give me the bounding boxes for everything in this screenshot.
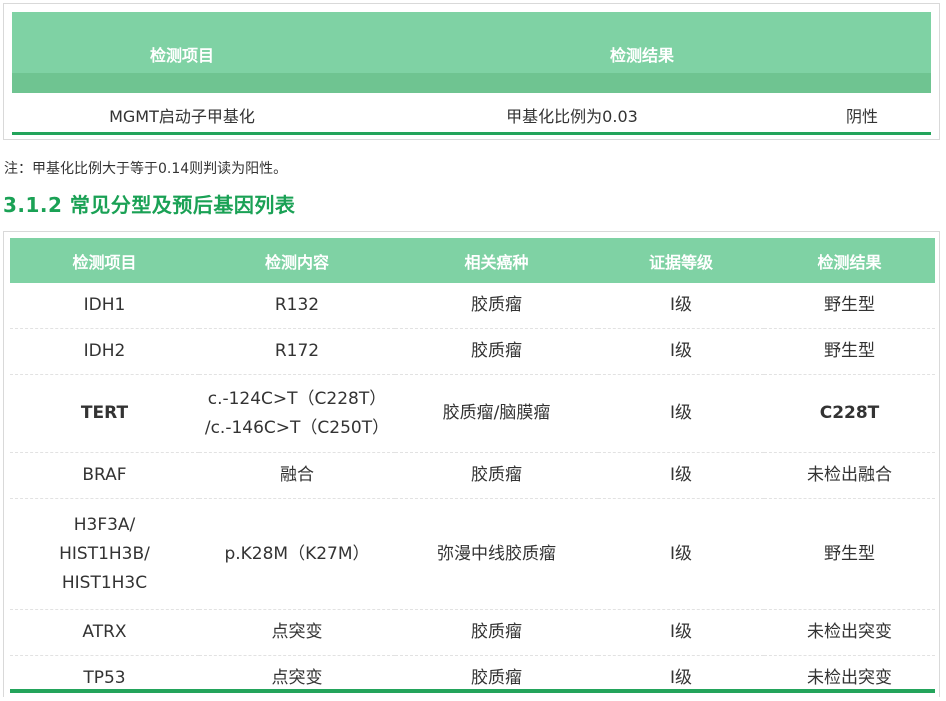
cell-item: IDH2 [10,329,199,375]
header-test-result: 检测结果 [552,42,732,66]
table-row: MGMT启动子甲基化 甲基化比例为0.03 阴性 [12,93,931,133]
content-line: /c.-146C>T（C250T） [199,414,395,443]
table-row: BRAF 融合 胶质瘤 I级 未检出融合 [10,453,935,499]
cell-result: 未检出突变 [764,610,935,656]
cell-result: 未检出融合 [764,453,935,499]
interpretation-note: 注：甲基化比例大于等于0.14则判读为阳性。 [4,158,287,178]
cell-level: I级 [598,283,764,329]
cell-item: IDH1 [10,283,199,329]
cell-content: R172 [199,329,395,375]
gene-list-table: 检测项目 检测内容 相关癌种 证据等级 检测结果 IDH1 R132 胶质瘤 I… [10,238,935,701]
cell-result: 野生型 [764,329,935,375]
header-test-content: 检测内容 [199,238,395,283]
header-test-item: 检测项目 [92,42,272,66]
cell-level: I级 [598,499,764,610]
cell-result-positive: C228T [764,375,935,453]
table-row: IDH2 R172 胶质瘤 I级 野生型 [10,329,935,375]
cell-item: TERT [10,375,199,453]
cell-content: 点突变 [199,610,395,656]
table-header-row: 检测项目 检测内容 相关癌种 证据等级 检测结果 [10,238,935,283]
header-strip [12,73,931,93]
cell-cancer: 弥漫中线胶质瘤 [395,499,598,610]
cell-content: 点突变 [199,656,395,701]
cell-content: c.-124C>T（C228T） /c.-146C>T（C250T） [199,375,395,453]
cell-item: H3F3A/ HIST1H3B/ HIST1H3C [10,499,199,610]
methylation-table-panel: 检测项目 检测结果 MGMT启动子甲基化 甲基化比例为0.03 阴性 [3,3,940,140]
cell-cancer: 胶质瘤 [395,283,598,329]
table-row: IDH1 R132 胶质瘤 I级 野生型 [10,283,935,329]
item-line: HIST1H3C [10,569,199,598]
cell-level: I级 [598,453,764,499]
item-line: HIST1H3B/ [10,540,199,569]
cell-result: 阴性 [812,103,912,127]
header-evidence-level: 证据等级 [598,238,764,283]
cell-cancer: 胶质瘤 [395,329,598,375]
cell-content: R132 [199,283,395,329]
cell-item: BRAF [10,453,199,499]
cell-result: 野生型 [764,499,935,610]
content-line: c.-124C>T（C228T） [199,385,395,414]
cell-cancer: 胶质瘤 [395,453,598,499]
cell-item: TP53 [10,656,199,701]
cell-ratio: 甲基化比例为0.03 [492,103,652,127]
table-bottom-rule [12,132,931,135]
cell-cancer: 胶质瘤 [395,610,598,656]
item-line: H3F3A/ [10,511,199,540]
cell-content: 融合 [199,453,395,499]
cell-item: MGMT启动子甲基化 [72,103,292,127]
cell-result: 未检出突变 [764,656,935,701]
cell-content: p.K28M（K27M） [199,499,395,610]
gene-list-panel: 检测项目 检测内容 相关癌种 证据等级 检测结果 IDH1 R132 胶质瘤 I… [3,231,940,697]
section-title: 3.1.2 常见分型及预后基因列表 [3,189,295,218]
cell-level: I级 [598,329,764,375]
table-row: ATRX 点突变 胶质瘤 I级 未检出突变 [10,610,935,656]
table-bottom-rule [10,689,935,693]
cell-level: I级 [598,610,764,656]
header-test-result: 检测结果 [764,238,935,283]
cell-item: ATRX [10,610,199,656]
methylation-table-header: 检测项目 检测结果 [12,12,931,93]
cell-level: I级 [598,375,764,453]
table-row: TP53 点突变 胶质瘤 I级 未检出突变 [10,656,935,701]
cell-cancer: 胶质瘤/脑膜瘤 [395,375,598,453]
header-test-item: 检测项目 [10,238,199,283]
cell-result: 野生型 [764,283,935,329]
cell-level: I级 [598,656,764,701]
header-related-cancer: 相关癌种 [395,238,598,283]
table-row: TERT c.-124C>T（C228T） /c.-146C>T（C250T） … [10,375,935,453]
cell-cancer: 胶质瘤 [395,656,598,701]
table-row: H3F3A/ HIST1H3B/ HIST1H3C p.K28M（K27M） 弥… [10,499,935,610]
